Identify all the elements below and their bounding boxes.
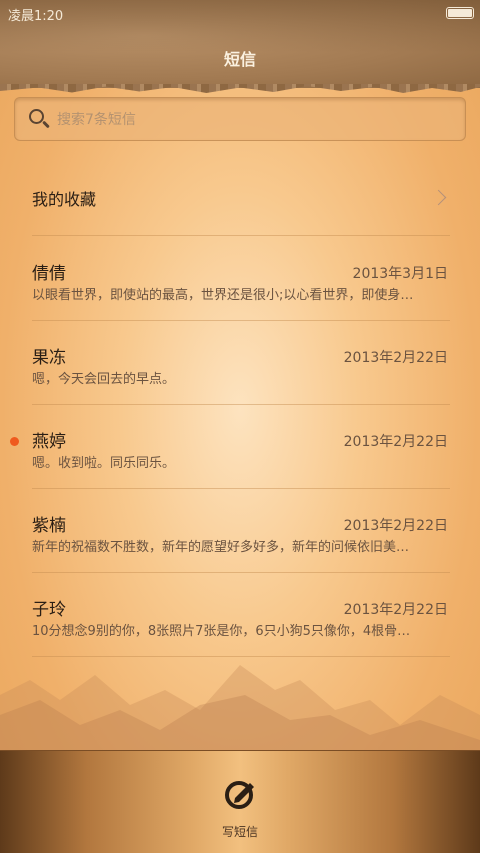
search-icon	[27, 107, 51, 131]
search-input[interactable]: 搜索7条短信	[14, 97, 466, 141]
message-date: 2013年3月1日	[352, 266, 448, 282]
favorites-label: 我的收藏	[32, 189, 97, 209]
mountain-background	[0, 665, 480, 755]
conversation-list: 倩倩 2013年3月1日 以眼看世界，即使站的最高，世界还是很小;以心看世界，即…	[0, 237, 480, 657]
bottom-toolbar: 写短信	[0, 750, 480, 853]
status-time: 凌晨1:20	[8, 9, 64, 24]
contact-name: 紫楠	[32, 516, 66, 536]
unread-indicator	[10, 437, 19, 446]
conversation-row[interactable]: 果冻 2013年2月22日 嗯，今天会回去的早点。	[32, 321, 450, 405]
message-date: 2013年2月22日	[343, 518, 448, 534]
search-placeholder: 搜索7条短信	[57, 112, 136, 128]
page-title: 短信	[223, 50, 256, 69]
conversation-row[interactable]: 子玲 2013年2月22日 10分想念9别的你，8张照片7张是你，6只小狗5只像…	[32, 573, 450, 657]
contact-name: 果冻	[32, 348, 66, 368]
chevron-right-icon	[430, 189, 447, 206]
conversation-row[interactable]: 紫楠 2013年2月22日 新年的祝福数不胜数，新年的愿望好多好多，新年的问候依…	[32, 489, 450, 573]
conversation-row[interactable]: 倩倩 2013年3月1日 以眼看世界，即使站的最高，世界还是很小;以心看世界，即…	[32, 237, 450, 321]
compose-icon	[225, 781, 254, 809]
contact-name: 燕婷	[32, 432, 66, 452]
contact-name: 子玲	[32, 600, 66, 620]
conversation-row[interactable]: 燕婷 2013年2月22日 嗯。收到啦。同乐同乐。	[10, 405, 450, 489]
message-date: 2013年2月22日	[343, 434, 448, 450]
message-date: 2013年2月22日	[343, 350, 448, 366]
title-bar: 凌晨1:20 短信	[0, 0, 480, 88]
message-preview: 10分想念9别的你，8张照片7张是你，6只小狗5只像你，4根骨…	[32, 624, 411, 639]
message-preview: 以眼看世界，即使站的最高，世界还是很小;以心看世界，即使身…	[32, 288, 414, 303]
message-preview: 新年的祝福数不胜数，新年的愿望好多好多，新年的问候依旧美…	[32, 540, 410, 555]
battery-icon	[446, 7, 474, 19]
compose-label: 写短信	[221, 825, 258, 839]
message-date: 2013年2月22日	[343, 602, 448, 618]
compose-button[interactable]: 写短信	[190, 763, 290, 851]
contact-name: 倩倩	[32, 264, 66, 284]
message-preview: 嗯。收到啦。同乐同乐。	[32, 456, 176, 471]
message-preview: 嗯，今天会回去的早点。	[32, 372, 176, 387]
favorites-item[interactable]: 我的收藏	[32, 160, 450, 236]
